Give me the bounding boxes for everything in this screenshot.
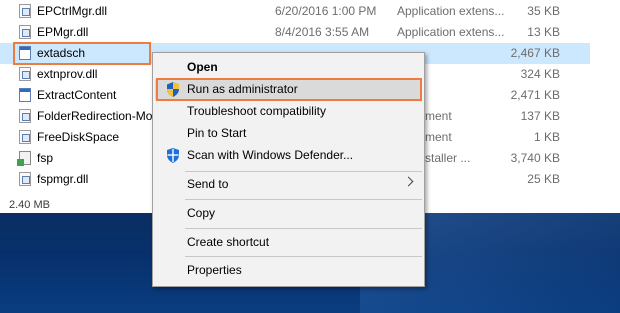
status-size: 2.40 MB (9, 199, 50, 211)
file-type: Application extens... (397, 25, 505, 39)
dll-file-icon (19, 172, 31, 186)
menu-item-open[interactable]: Open (155, 57, 422, 78)
file-row-epctrlmgr[interactable]: EPCtrlMgr.dll 6/20/2016 1:00 PM Applicat… (0, 1, 590, 22)
dll-file-icon (19, 67, 31, 81)
file-size: 2,471 KB (510, 88, 560, 102)
file-name: EPCtrlMgr.dll (37, 4, 108, 18)
file-size: 35 KB (527, 4, 560, 18)
file-size: 25 KB (527, 172, 560, 186)
dll-file-icon (19, 25, 31, 39)
document-icon (19, 109, 31, 123)
menu-item-send-to[interactable]: Send to (155, 174, 422, 195)
file-size: 13 KB (527, 25, 560, 39)
file-name: extnprov.dll (37, 67, 98, 81)
file-name: fspmgr.dll (37, 172, 89, 186)
file-date: 6/20/2016 1:00 PM (275, 4, 377, 18)
document-icon (19, 130, 31, 144)
context-menu: Open Run as administrator Troubleshoot c… (152, 52, 425, 287)
file-date: 8/4/2016 3:55 AM (275, 25, 370, 39)
file-size: 2,467 KB (510, 46, 560, 60)
dll-file-icon (19, 4, 31, 18)
menu-item-properties[interactable]: Properties (155, 260, 422, 281)
chevron-right-icon (403, 176, 414, 187)
menu-item-create-shortcut[interactable]: Create shortcut (155, 232, 422, 253)
file-type: Application extens... (397, 4, 505, 18)
file-name: EPMgr.dll (37, 25, 89, 39)
file-name: ExtractContent (37, 88, 117, 102)
menu-item-copy[interactable]: Copy (155, 203, 422, 224)
menu-item-troubleshoot-compatibility[interactable]: Troubleshoot compatibility (155, 101, 422, 122)
file-name: FreeDiskSpace (37, 130, 120, 144)
application-icon (19, 88, 31, 102)
menu-separator (185, 256, 422, 257)
menu-item-pin-to-start[interactable]: Pin to Start (155, 123, 422, 144)
file-name: fsp (37, 151, 54, 165)
highlight-box-run-as-administrator (156, 78, 422, 101)
file-size: 324 KB (520, 67, 560, 81)
installer-icon (17, 151, 31, 166)
file-size: 137 KB (520, 109, 560, 123)
menu-item-scan-with-defender[interactable]: Scan with Windows Defender... (155, 145, 422, 166)
file-row-epmgr[interactable]: EPMgr.dll 8/4/2016 3:55 AM Application e… (0, 22, 590, 43)
file-size: 3,740 KB (510, 151, 560, 165)
menu-separator (185, 199, 422, 200)
menu-separator (185, 171, 422, 172)
highlight-box-selected-file (13, 42, 151, 65)
status-bar: 2.40 MB (0, 199, 140, 213)
file-name: FolderRedirection-Mo (37, 109, 153, 123)
menu-separator (185, 228, 422, 229)
file-size: 1 KB (533, 130, 560, 144)
windows-defender-icon (167, 148, 179, 163)
